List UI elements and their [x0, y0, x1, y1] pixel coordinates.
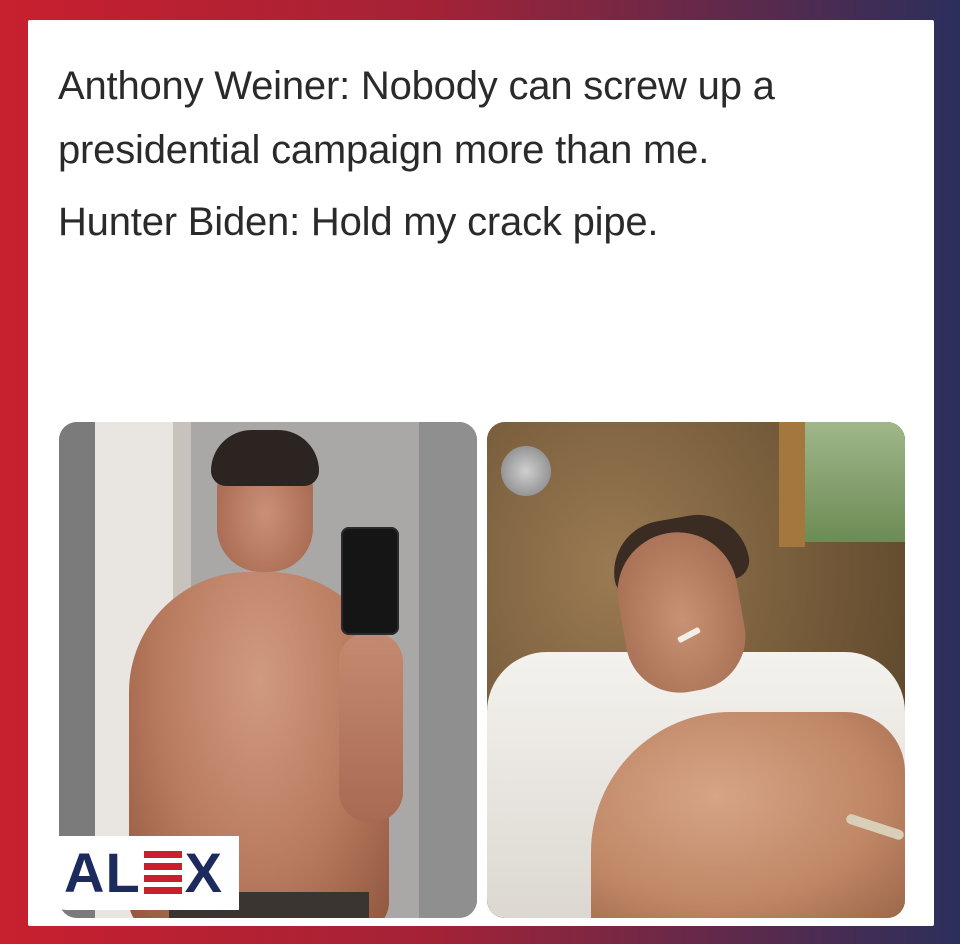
phone-icon [341, 527, 399, 635]
faucet-icon [501, 446, 551, 496]
alex-logo: AL X [48, 836, 240, 910]
logo-text-suffix: X [184, 841, 224, 904]
logo-text-prefix: AL [64, 841, 141, 904]
caption-line-biden: Hunter Biden: Hold my crack pipe. [58, 200, 659, 244]
flag-stripes-icon [143, 851, 182, 895]
photo-biden-bathtub [487, 422, 905, 918]
meme-card: Anthony Weiner: Nobody can screw up a pr… [28, 20, 934, 926]
meme-frame: Anthony Weiner: Nobody can screw up a pr… [0, 0, 960, 944]
window [793, 422, 905, 542]
caption-line-weiner: Anthony Weiner: Nobody can screw up a pr… [58, 64, 775, 172]
meme-caption: Anthony Weiner: Nobody can screw up a pr… [58, 54, 898, 254]
